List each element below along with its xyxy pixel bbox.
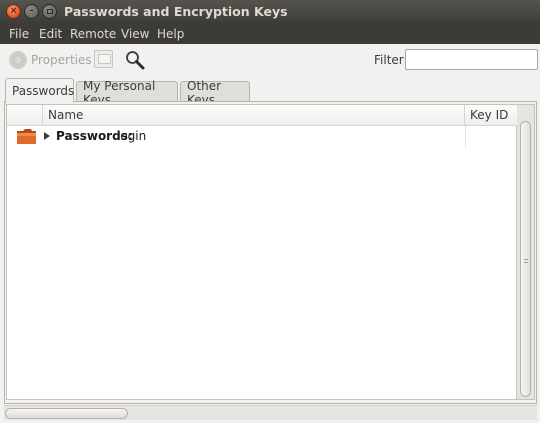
menu-bar: File Edit Remote View Help <box>0 24 540 44</box>
vertical-scrollbar[interactable] <box>517 104 535 400</box>
title-bar[interactable]: × – Passwords and Encryption Keys <box>0 0 540 24</box>
window-title: Passwords and Encryption Keys <box>64 4 288 19</box>
close-icon: × <box>9 6 18 16</box>
scroll-grip-icon <box>524 259 528 260</box>
filter-label: Filter: <box>374 53 408 67</box>
properties-button[interactable]: Properties <box>31 53 92 67</box>
keyring-name: login <box>117 129 147 143</box>
vertical-scrollbar-thumb[interactable] <box>520 121 531 397</box>
close-window-button[interactable]: × <box>6 4 21 19</box>
filter-input[interactable] <box>405 49 538 70</box>
export-icon[interactable] <box>94 50 113 68</box>
minimize-window-button[interactable]: – <box>24 4 39 19</box>
column-header-key-id[interactable]: Key ID <box>465 105 518 126</box>
menu-view[interactable]: View <box>121 27 149 41</box>
search-icon[interactable] <box>124 49 146 71</box>
table-row[interactable]: Passwords: login <box>7 126 518 148</box>
app-window: × – Passwords and Encryption Keys File E… <box>0 0 540 423</box>
expand-arrow-icon[interactable] <box>44 132 50 140</box>
horizontal-scrollbar-thumb[interactable] <box>5 408 128 419</box>
column-key-id-label: Key ID <box>470 108 509 122</box>
minimize-icon: – <box>29 6 34 16</box>
tab-my-personal-keys[interactable]: My Personal Keys <box>76 79 178 107</box>
horizontal-scrollbar[interactable] <box>4 405 537 420</box>
properties-icon <box>9 51 27 69</box>
folder-icon <box>16 128 37 145</box>
keyring-tree-view[interactable]: Name Key ID Passwords: login <box>6 104 518 400</box>
tab-other-keys[interactable]: Other Keys <box>180 79 250 107</box>
tab-bar: Passwords My Personal Keys Other Keys <box>0 77 540 107</box>
maximize-icon <box>46 9 53 14</box>
tab-passwords[interactable]: Passwords <box>5 78 74 103</box>
menu-file[interactable]: File <box>9 27 29 41</box>
column-name-label: Name <box>48 108 84 122</box>
menu-edit[interactable]: Edit <box>39 27 62 41</box>
column-divider <box>465 126 466 148</box>
menu-remote[interactable]: Remote <box>70 27 116 41</box>
tab-passwords-label: Passwords <box>12 84 75 98</box>
menu-help[interactable]: Help <box>157 27 184 41</box>
maximize-window-button[interactable] <box>42 4 57 19</box>
column-header-name[interactable]: Name <box>43 105 465 126</box>
column-header-icon[interactable] <box>7 105 43 126</box>
